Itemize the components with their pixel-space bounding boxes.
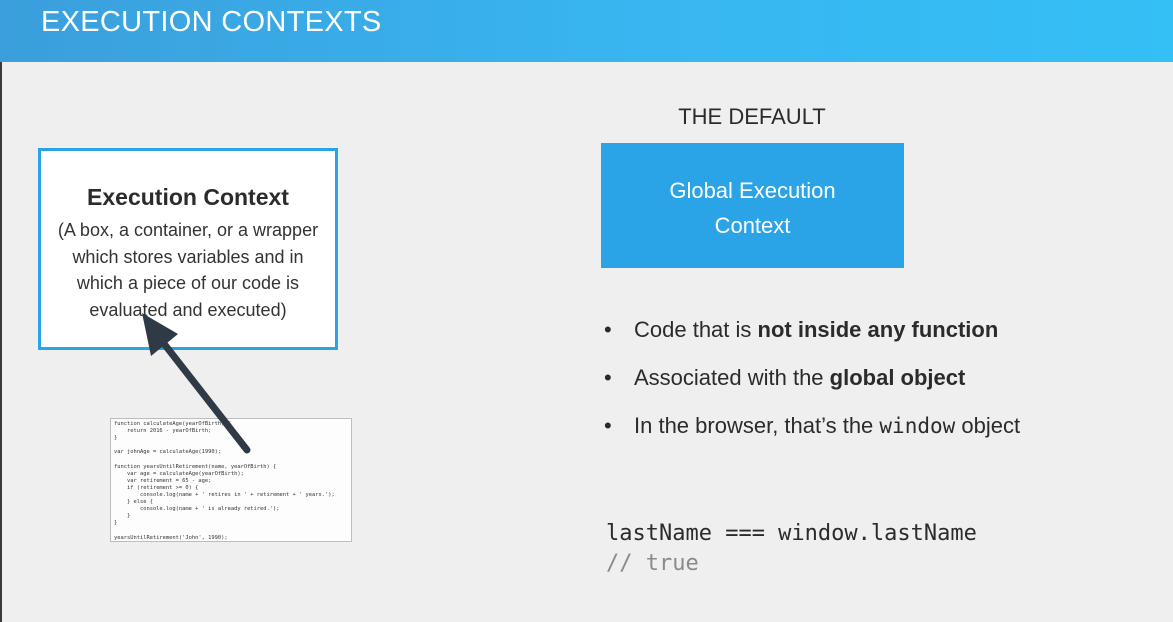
code-comment-line: // true — [606, 551, 699, 576]
bullet-3-post: object — [955, 413, 1021, 438]
left-edge-border — [0, 62, 2, 622]
execution-context-description: (A box, a container, or a wrapper which … — [57, 220, 319, 320]
bullet-item-not-in-function: • Code that is not inside any function — [604, 314, 1044, 345]
bullet-dot-icon: • — [604, 365, 612, 390]
header-bar: EXECUTION CONTEXTS — [0, 0, 1173, 62]
bullet-2-text: Associated with the — [634, 365, 830, 390]
code-screenshot-thumbnail: function calculateAge(yearOfBirth) { ret… — [110, 418, 352, 542]
bullet-1-text: Code that is — [634, 317, 758, 342]
bullet-2-bold: global object — [829, 365, 966, 390]
bullet-item-global-object: • Associated with the global object — [604, 362, 1044, 393]
execution-context-box: Execution Context (A box, a container, o… — [38, 148, 338, 350]
bullet-3-code: window — [879, 414, 956, 438]
code-comparison-line: lastName === window.lastName — [606, 521, 977, 546]
code-sample-text: function calculateAge(yearOfBirth) { ret… — [114, 421, 335, 541]
gec-line-2: Context — [714, 213, 791, 238]
global-execution-context-text: Global Execution Context — [601, 173, 904, 243]
bullet-1-bold: not inside any function — [757, 317, 999, 342]
bullet-list: • Code that is not inside any function • A… — [604, 314, 1044, 459]
slide-title: EXECUTION CONTEXTS — [41, 6, 382, 38]
bullet-dot-icon: • — [604, 413, 612, 438]
bullet-item-window-object: • In the browser, that’s the window objec… — [604, 410, 1044, 442]
default-label: THE DEFAULT — [678, 104, 826, 129]
bullet-dot-icon: • — [604, 317, 612, 342]
bullet-3-text: In the browser, that’s the — [634, 413, 880, 438]
gec-line-1: Global Execution — [669, 178, 836, 203]
global-execution-context-box: Global Execution Context — [601, 143, 904, 268]
execution-context-title: Execution Context — [87, 184, 289, 210]
